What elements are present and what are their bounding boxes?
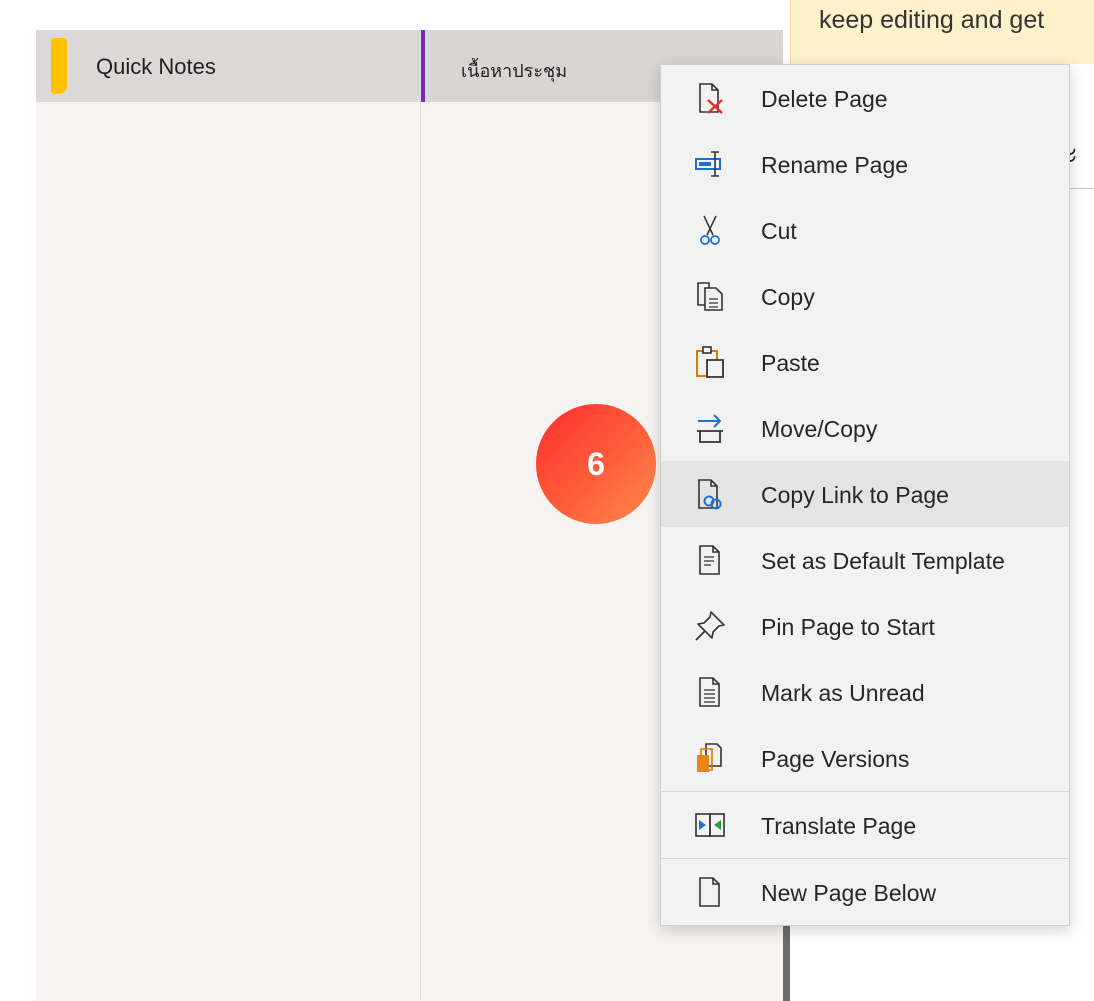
menu-label-mark-unread: Mark as Unread [761, 680, 925, 706]
menu-label-rename-page: Rename Page [761, 152, 909, 178]
menu-item-rename-page[interactable]: Rename Page [661, 131, 1069, 197]
template-icon [699, 545, 720, 575]
menu-label-default-template: Set as Default Template [761, 548, 1005, 574]
menu-label-delete-page: Delete Page [761, 86, 888, 112]
delete-page-icon [699, 83, 723, 114]
menu-item-move-copy[interactable]: Move/Copy [661, 395, 1069, 461]
page-label: เนื้อหาประชุม [461, 61, 568, 82]
page-context-menu: Delete Page Rename Page Cut Copy Paste M… [660, 64, 1070, 926]
menu-item-mark-unread[interactable]: Mark as Unread [661, 659, 1069, 725]
menu-item-copy[interactable]: Copy [661, 263, 1069, 329]
menu-item-copy-link[interactable]: Copy Link to Page [661, 461, 1069, 527]
menu-label-new-page-below: New Page Below [761, 880, 937, 906]
menu-label-page-versions: Page Versions [761, 746, 910, 772]
menu-item-translate-page[interactable]: Translate Page [661, 792, 1069, 858]
copy-icon [697, 282, 723, 311]
section-item-quick-notes[interactable]: Quick Notes [36, 30, 420, 102]
copy-link-icon [698, 479, 722, 510]
menu-item-new-page-below[interactable]: New Page Below [661, 859, 1069, 925]
translate-icon [695, 813, 725, 837]
step-number: 6 [587, 445, 605, 482]
section-label: Quick Notes [96, 54, 216, 79]
section-color-tab [51, 38, 67, 94]
pin-icon [695, 611, 725, 641]
menu-item-default-template[interactable]: Set as Default Template [661, 527, 1069, 593]
sections-pane: Quick Notes [36, 30, 421, 1001]
menu-label-pin-to-start: Pin Page to Start [761, 614, 935, 640]
menu-item-paste[interactable]: Paste [661, 329, 1069, 395]
page-versions-icon [697, 743, 722, 772]
menu-label-paste: Paste [761, 350, 820, 376]
scissors-icon [700, 215, 720, 245]
move-copy-icon [697, 414, 723, 443]
paste-icon [696, 346, 724, 378]
menu-item-delete-page[interactable]: Delete Page [661, 65, 1069, 131]
menu-item-pin-to-start[interactable]: Pin Page to Start [661, 593, 1069, 659]
rename-page-icon [695, 151, 721, 177]
banner-text: keep editing and get [819, 6, 1045, 34]
menu-label-cut: Cut [761, 218, 797, 244]
menu-label-translate-page: Translate Page [761, 813, 917, 839]
notification-banner: keep editing and get [790, 0, 1094, 64]
menu-label-copy: Copy [761, 284, 815, 310]
menu-label-move-copy: Move/Copy [761, 416, 878, 442]
title-underline [1066, 188, 1094, 189]
menu-item-cut[interactable]: Cut [661, 197, 1069, 263]
menu-label-copy-link: Copy Link to Page [761, 482, 949, 508]
step-number-badge: 6 [536, 404, 656, 524]
menu-item-page-versions[interactable]: Page Versions [661, 725, 1069, 791]
new-page-icon [699, 877, 720, 907]
unread-icon [699, 677, 720, 707]
